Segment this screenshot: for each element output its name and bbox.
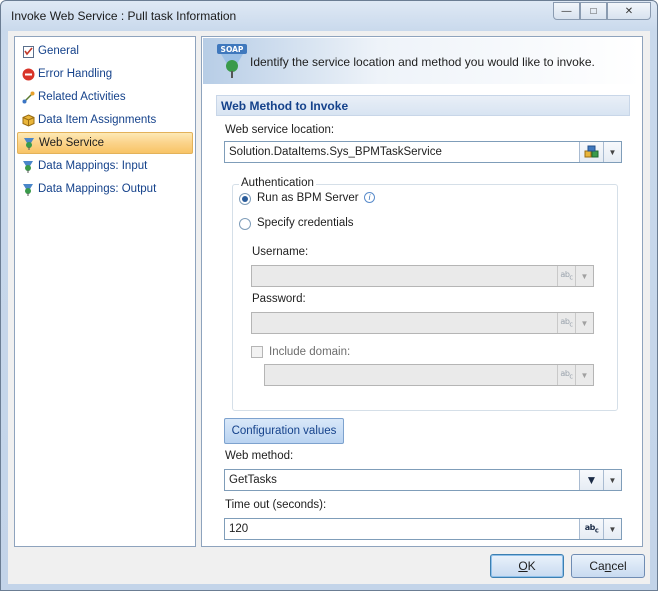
data-item-picker-button[interactable] (579, 142, 603, 162)
authentication-title: Authentication (239, 177, 316, 189)
nav-item-label: Related Activities (38, 91, 126, 103)
web-method-dropdown-button[interactable]: ▼ (579, 470, 603, 490)
cancel-label-prefix: Ca (589, 559, 605, 573)
timeout-dropdown-button[interactable]: ▼ (603, 519, 621, 539)
nav-item-label: Web Service (39, 137, 104, 149)
password-dropdown-button[interactable]: ▼ (575, 313, 593, 333)
error-icon (21, 67, 35, 81)
svg-text:SOAP: SOAP (221, 45, 244, 54)
dialog-client-area: General Error Handling Related Activitie… (8, 31, 650, 584)
chevron-down-icon: ▼ (608, 147, 617, 157)
data-items-icon (584, 145, 598, 158)
username-label: Username: (252, 246, 309, 258)
dialog-window: Invoke Web Service : Pull task Informati… (0, 0, 658, 591)
location-buttons: ▼ (579, 142, 621, 162)
password-buttons: abc ▼ (557, 313, 593, 333)
web-method-combo[interactable]: GetTasks ▼ ▼ (224, 469, 622, 491)
username-buttons: abc ▼ (557, 266, 593, 286)
location-value: Solution.DataItems.Sys_BPMTaskService (229, 146, 442, 158)
info-icon[interactable]: i (364, 192, 375, 203)
close-button[interactable]: ✕ (607, 2, 651, 20)
domain-buttons: abc ▼ (557, 365, 593, 385)
location-dropdown-button[interactable]: ▼ (603, 142, 621, 162)
ok-label-rest: K (527, 559, 536, 573)
text-format-icon: abc (560, 317, 573, 329)
domain-text-mode-button[interactable]: abc (557, 365, 575, 385)
specify-credentials-label[interactable]: Specify credentials (257, 217, 354, 229)
domain-dropdown-button[interactable]: ▼ (575, 365, 593, 385)
ok-button[interactable]: OK (490, 554, 564, 578)
nav-item-label: Data Mappings: Input (38, 160, 148, 172)
cancel-label-mnemonic: n (604, 559, 612, 573)
banner-text: Identify the service location and method… (250, 55, 595, 69)
cancel-label-rest: cel (611, 559, 627, 573)
password-text-mode-button[interactable]: abc (557, 313, 575, 333)
nav-item-label: Data Mappings: Output (38, 183, 157, 195)
web-service-location-combo[interactable]: Solution.DataItems.Sys_BPMTaskService ▼ (224, 141, 622, 163)
timeout-buttons: abc ▼ (579, 519, 621, 539)
mapping-icon (21, 159, 35, 173)
specify-credentials-radio[interactable] (239, 218, 251, 230)
maximize-button[interactable]: □ (580, 2, 607, 20)
nav-item-label: General (38, 45, 79, 57)
soap-icon (22, 136, 36, 150)
chevron-down-icon: ▼ (608, 475, 617, 485)
caret-down-icon: ▼ (585, 473, 598, 487)
web-service-panel: SOAP Identify the service location and m… (201, 36, 643, 547)
window-controls: — □ ✕ (553, 2, 651, 20)
navigation-list: General Error Handling Related Activitie… (14, 36, 196, 547)
run-as-bpm-server-label[interactable]: Run as BPM Server (257, 192, 359, 204)
chevron-down-icon: ▼ (608, 524, 617, 534)
timeout-text-mode-button[interactable]: abc (579, 519, 603, 539)
cube-icon (21, 113, 35, 127)
soap-icon: SOAP (217, 44, 247, 78)
link-icon (21, 90, 35, 104)
nav-item-web-service[interactable]: Web Service (17, 132, 193, 154)
username-dropdown-button[interactable]: ▼ (575, 266, 593, 286)
timeout-field[interactable]: 120 abc ▼ (224, 518, 622, 540)
title-bar[interactable]: Invoke Web Service : Pull task Informati… (1, 1, 657, 31)
text-format-icon: abc (584, 523, 599, 535)
username-field[interactable]: abc ▼ (251, 265, 594, 287)
domain-field[interactable]: abc ▼ (264, 364, 594, 386)
timeout-label: Time out (seconds): (225, 499, 327, 511)
nav-item-data-mappings-output[interactable]: Data Mappings: Output (17, 178, 193, 200)
web-method-value: GetTasks (229, 474, 277, 486)
text-format-icon: abc (560, 369, 573, 381)
section-header: Web Method to Invoke (216, 95, 630, 116)
checklist-icon (21, 44, 35, 58)
web-method-more-button[interactable]: ▼ (603, 470, 621, 490)
mapping-icon (21, 182, 35, 196)
web-method-label: Web method: (225, 450, 294, 462)
password-field[interactable]: abc ▼ (251, 312, 594, 334)
info-banner: SOAP Identify the service location and m… (203, 38, 641, 84)
nav-item-related-activities[interactable]: Related Activities (17, 86, 193, 108)
nav-item-data-item-assignments[interactable]: Data Item Assignments (17, 109, 193, 131)
include-domain-label[interactable]: Include domain: (269, 346, 350, 358)
nav-item-data-mappings-input[interactable]: Data Mappings: Input (17, 155, 193, 177)
run-as-bpm-server-radio[interactable] (239, 193, 251, 205)
web-method-buttons: ▼ ▼ (579, 470, 621, 490)
password-label: Password: (252, 293, 306, 305)
include-domain-checkbox[interactable] (251, 346, 263, 358)
window-title: Invoke Web Service : Pull task Informati… (11, 9, 237, 23)
location-label: Web service location: (225, 124, 335, 136)
nav-item-error-handling[interactable]: Error Handling (17, 63, 193, 85)
timeout-value: 120 (229, 523, 249, 535)
cancel-button[interactable]: Ca n cel (571, 554, 645, 578)
chevron-down-icon: ▼ (580, 271, 589, 281)
text-format-icon: abc (560, 270, 573, 282)
configuration-values-button[interactable]: Configuration values (224, 418, 344, 444)
nav-item-general[interactable]: General (17, 40, 193, 62)
minimize-button[interactable]: — (553, 2, 580, 20)
nav-item-label: Error Handling (38, 68, 113, 80)
chevron-down-icon: ▼ (580, 318, 589, 328)
ok-label-mnemonic: O (518, 559, 528, 573)
nav-item-label: Data Item Assignments (38, 114, 157, 126)
chevron-down-icon: ▼ (580, 370, 589, 380)
username-text-mode-button[interactable]: abc (557, 266, 575, 286)
authentication-group: Authentication Run as BPM Server i Speci… (232, 177, 618, 411)
